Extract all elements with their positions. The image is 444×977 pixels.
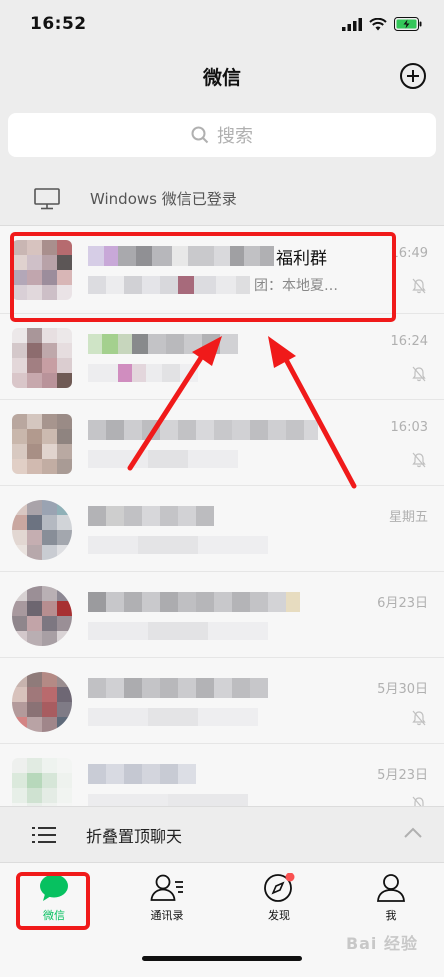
search-input[interactable]: 搜索: [8, 113, 436, 157]
tab-label: 我: [385, 909, 397, 922]
status-icons: [342, 17, 422, 31]
login-banner-text: Windows 微信已登录: [90, 190, 237, 208]
chat-item[interactable]: 5月30日: [0, 658, 444, 744]
chat-time: 16:03: [390, 420, 428, 435]
chat-item[interactable]: 6月23日: [0, 572, 444, 658]
fold-pinned-chats-bar[interactable]: 折叠置顶聊天: [0, 806, 444, 862]
monitor-icon: [34, 187, 60, 209]
battery-charging-icon: [394, 17, 422, 31]
tab-highlight-annotation-box: [16, 872, 90, 930]
chat-time: 5月23日: [377, 768, 428, 783]
add-button[interactable]: [400, 63, 426, 89]
signal-icon: [342, 17, 362, 31]
fold-bar-label: 折叠置顶聊天: [86, 826, 183, 846]
chevron-up-icon: [404, 827, 422, 838]
windows-login-banner[interactable]: Windows 微信已登录: [0, 172, 444, 226]
list-icon: [32, 826, 56, 843]
highlight-annotation-box: [10, 232, 396, 322]
search-icon: [191, 126, 209, 144]
nav-bar: 微信: [0, 48, 444, 104]
search-placeholder: 搜索: [217, 126, 253, 147]
wifi-icon: [369, 17, 387, 30]
group-avatar: [12, 500, 72, 560]
group-avatar: [12, 586, 72, 646]
chat-time: 5月30日: [377, 682, 428, 697]
compass-icon: [264, 873, 295, 902]
status-bar: 16:52: [0, 0, 444, 48]
chat-name-line: [88, 592, 374, 612]
chat-item[interactable]: 星期五: [0, 486, 444, 572]
chat-name-line: [88, 334, 374, 354]
mute-bell-icon: [412, 278, 426, 294]
contacts-icon: [150, 874, 183, 901]
chat-name-line: [88, 678, 374, 698]
chat-name-line: [88, 764, 374, 784]
mute-bell-icon: [412, 452, 426, 468]
chat-preview-line: [88, 450, 384, 468]
group-avatar: [12, 672, 72, 732]
tab-me[interactable]: 我: [351, 873, 431, 933]
chat-time: 16:24: [390, 334, 428, 349]
chat-time: 6月23日: [377, 596, 428, 611]
group-avatar: [12, 414, 72, 474]
chat-name-line: [88, 420, 374, 440]
notification-dot: [285, 873, 295, 882]
tab-contacts[interactable]: 通讯录: [127, 873, 207, 933]
watermark: Bai 经验: [345, 934, 418, 953]
chat-time: 16:49: [390, 246, 428, 261]
tab-discover[interactable]: 发现: [239, 873, 319, 933]
chat-preview-line: [88, 536, 384, 554]
chat-name-line: [88, 506, 374, 526]
chat-time: 星期五: [388, 510, 428, 525]
home-indicator[interactable]: [142, 956, 302, 961]
chat-preview-line: [88, 708, 384, 726]
status-time: 16:52: [30, 14, 87, 34]
mute-bell-icon: [412, 366, 426, 382]
tab-label: 发现: [268, 909, 290, 922]
group-avatar: [12, 328, 72, 388]
chat-item[interactable]: 16:03: [0, 400, 444, 486]
chat-item[interactable]: 16:24: [0, 314, 444, 400]
tab-label: 通讯录: [150, 909, 184, 922]
page-title: 微信: [202, 66, 241, 89]
chat-preview-line: [88, 622, 384, 640]
chat-preview-line: [88, 364, 384, 382]
mute-bell-icon: [412, 710, 426, 726]
person-icon: [377, 874, 405, 902]
